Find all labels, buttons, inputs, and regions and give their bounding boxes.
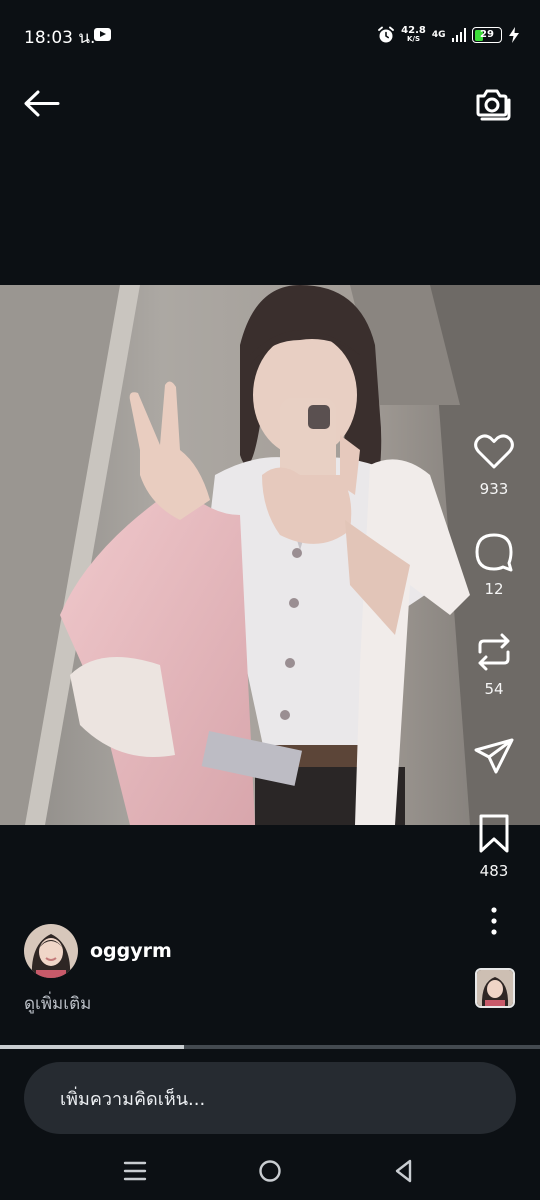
network-speed-unit: K/S: [406, 35, 421, 43]
battery-icon: 29: [472, 27, 502, 43]
username[interactable]: oggyrm: [90, 940, 172, 962]
comment-button[interactable]: 12: [470, 530, 518, 598]
share-button[interactable]: [470, 734, 518, 778]
more-vertical-icon: [491, 907, 497, 935]
alarm-icon: [378, 26, 395, 43]
network-type: 4G: [431, 30, 446, 40]
comment-input[interactable]: เพิ่มความคิดเห็น...: [24, 1062, 516, 1134]
send-icon: [474, 738, 514, 774]
repost-button[interactable]: 54: [470, 630, 518, 698]
system-back-button[interactable]: [387, 1154, 421, 1188]
repost-icon: [478, 633, 510, 671]
comment-count: 12: [484, 580, 504, 598]
battery-level: 29: [480, 29, 494, 40]
avatar-image: [24, 924, 78, 978]
reel-progress-bar: [0, 1045, 540, 1049]
system-nav-bar: [0, 1140, 540, 1200]
comment-icon: [475, 533, 513, 572]
save-button[interactable]: 483: [470, 812, 518, 880]
recent-apps-button[interactable]: [118, 1154, 152, 1188]
home-circle-icon: [259, 1160, 281, 1182]
menu-icon: [123, 1161, 147, 1181]
back-button[interactable]: [22, 84, 62, 124]
post-photo[interactable]: [0, 285, 540, 825]
post-photo-image: [0, 285, 540, 825]
post-thumbnail[interactable]: [475, 968, 515, 1008]
more-options-button[interactable]: [470, 905, 518, 937]
status-indicators: 42.8 K/S 4G 29: [377, 22, 520, 48]
bookmark-icon: [479, 814, 509, 853]
see-more-link[interactable]: ดูเพิ่มเติม: [24, 990, 91, 1017]
status-bar: 18:03 น. 42.8 K/S 4G 29: [0, 0, 540, 66]
avatar[interactable]: [24, 924, 78, 978]
like-button[interactable]: 933: [470, 430, 518, 498]
status-time: 18:03 น.: [24, 28, 96, 48]
camera-button[interactable]: [470, 82, 514, 126]
repost-count: 54: [484, 680, 504, 698]
like-count: 933: [479, 480, 509, 498]
youtube-notification-icon: [94, 28, 111, 41]
network-speed: 42.8 K/S: [401, 26, 426, 44]
reel-progress-fill: [0, 1045, 184, 1049]
arrow-left-icon: [24, 90, 60, 117]
home-button[interactable]: [253, 1154, 287, 1188]
charging-icon: [509, 27, 519, 43]
comment-placeholder: เพิ่มความคิดเห็น...: [60, 1088, 206, 1110]
heart-icon: [474, 434, 514, 469]
thumbnail-image: [477, 970, 513, 1006]
camera-icon: [476, 89, 511, 121]
triangle-back-icon: [395, 1159, 412, 1183]
save-count: 483: [479, 862, 509, 880]
network-speed-value: 42.8: [401, 25, 426, 36]
signal-icon: [451, 28, 466, 42]
